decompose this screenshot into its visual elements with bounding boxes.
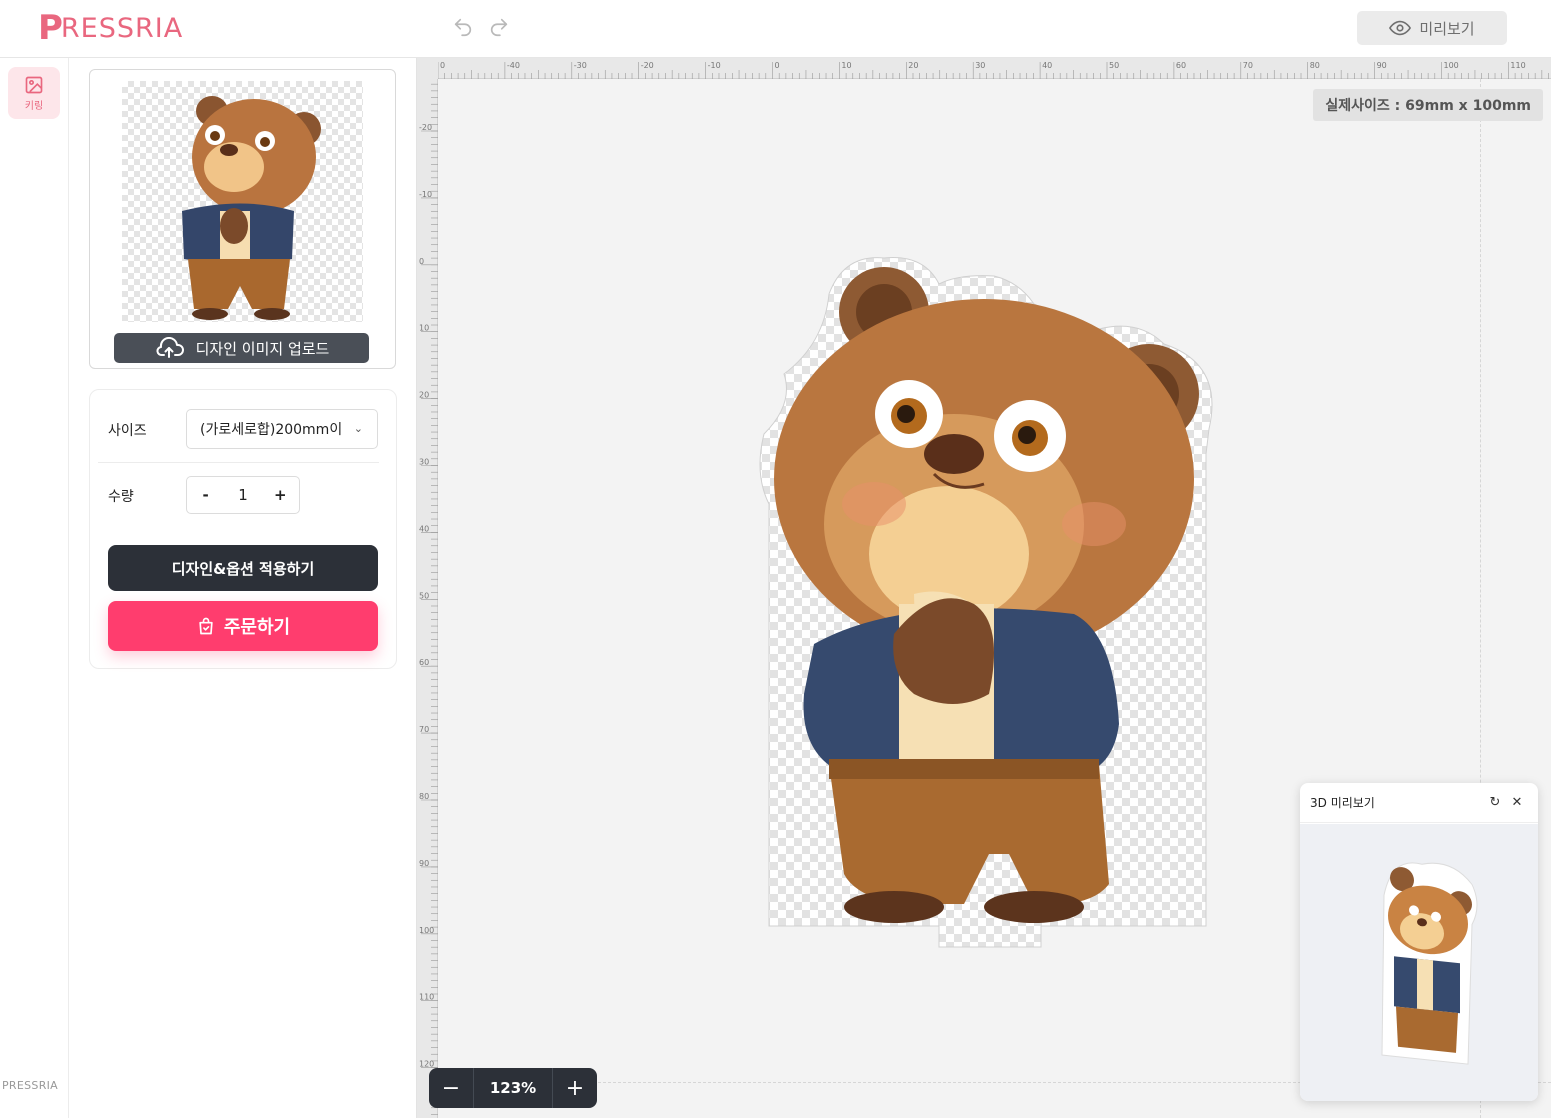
order-button[interactable]: 주문하기 bbox=[108, 601, 378, 651]
ruler-left-label: 100 bbox=[419, 926, 434, 935]
undo-icon[interactable] bbox=[452, 16, 474, 38]
logo-initial: P bbox=[38, 8, 63, 48]
ruler-left-label: -10 bbox=[419, 190, 432, 199]
ruler-top-label: 50 bbox=[1109, 61, 1119, 70]
apply-design-button[interactable]: 디자인&옵션 적용하기 bbox=[108, 545, 378, 591]
options-card: 사이즈 (가로세로합)200mm이 ⌄ 수량 - 1 + 디자인&옵션 적용하기… bbox=[89, 389, 397, 669]
eye-icon bbox=[1389, 20, 1412, 36]
ruler-top-label: 0 bbox=[775, 61, 780, 70]
ruler-top-label: 20 bbox=[908, 61, 918, 70]
ruler-left-label: 30 bbox=[419, 458, 429, 467]
ruler-left: -20 -10 0 10 20 30 40 50 60 70 80 90 100 110 120 bbox=[417, 79, 438, 1118]
redo-icon[interactable] bbox=[488, 16, 510, 38]
ruler-left-label: 50 bbox=[419, 591, 429, 600]
quantity-stepper: - 1 + bbox=[186, 476, 300, 514]
ruler-top-label: 40 bbox=[1042, 61, 1052, 70]
app-header: P RESSRIA 미리보기 bbox=[0, 0, 1551, 58]
qty-value[interactable]: 1 bbox=[224, 486, 261, 504]
ruler-left-label: 60 bbox=[419, 658, 429, 667]
logo-text: RESSRIA bbox=[60, 12, 184, 44]
rail-item-keyring[interactable]: 키링 bbox=[8, 67, 60, 119]
ruler-corner bbox=[417, 58, 438, 79]
ruler-top-label: 100 bbox=[1444, 61, 1459, 70]
options-panel: 디자인 이미지 업로드 사이즈 (가로세로합)200mm이 ⌄ 수량 - 1 +… bbox=[69, 58, 417, 1118]
size-select[interactable]: (가로세로합)200mm이 ⌄ bbox=[186, 409, 378, 449]
design-canvas[interactable]: 0 -40 -30 -20 -10 0 10 20 30 40 50 60 70 80 90 100 110 -… bbox=[417, 58, 1551, 1118]
ruler-top-label: 90 bbox=[1377, 61, 1387, 70]
ruler-left-label: 80 bbox=[419, 792, 429, 801]
zoom-out-button[interactable]: − bbox=[429, 1076, 473, 1101]
preview-3d-viewport[interactable] bbox=[1300, 824, 1538, 1101]
qty-label: 수량 bbox=[108, 489, 134, 505]
bear-thumbnail-image bbox=[182, 96, 321, 320]
ruler-left-label: 70 bbox=[419, 725, 429, 734]
ruler-top-ticks: 0 -40 -30 -20 -10 0 10 20 30 40 50 60 70 80 90 100 110 bbox=[437, 61, 1549, 79]
ruler-top-label: -20 bbox=[641, 61, 654, 70]
image-icon bbox=[25, 76, 43, 93]
footer-logo: PRESSRIA bbox=[2, 1079, 59, 1092]
ruler-top: 0 -40 -30 -20 -10 0 10 20 30 40 50 60 70 80 90 100 110 bbox=[437, 58, 1551, 79]
refresh-icon[interactable]: ↻ bbox=[1484, 795, 1506, 810]
ruler-top-label: -10 bbox=[708, 61, 721, 70]
preview-3d-panel: 3D 미리보기 ↻ ✕ bbox=[1300, 783, 1538, 1101]
close-icon[interactable]: ✕ bbox=[1506, 795, 1528, 810]
ruler-top-label: 30 bbox=[975, 61, 985, 70]
real-size-badge: 실제사이즈 : 69mm x 100mm bbox=[1313, 89, 1543, 121]
ruler-left-label: 110 bbox=[419, 993, 434, 1002]
left-rail: 키링 PRESSRIA bbox=[0, 58, 69, 1118]
rail-item-label: 키링 bbox=[24, 100, 44, 112]
ruler-left-label: 90 bbox=[419, 859, 429, 868]
ruler-top-label: 70 bbox=[1243, 61, 1253, 70]
ruler-top-label: 80 bbox=[1310, 61, 1320, 70]
chevron-down-icon: ⌄ bbox=[353, 422, 363, 435]
brand-logo[interactable]: P RESSRIA bbox=[38, 8, 183, 48]
preview-button[interactable]: 미리보기 bbox=[1357, 11, 1507, 45]
preview-label: 미리보기 bbox=[1419, 19, 1475, 38]
ruler-top-label: -30 bbox=[574, 61, 587, 70]
order-label: 주문하기 bbox=[223, 617, 291, 638]
ruler-top-label: 0 bbox=[440, 61, 445, 70]
ruler-top-label: 10 bbox=[841, 61, 851, 70]
design-thumbnail bbox=[122, 81, 363, 322]
ruler-left-label: 10 bbox=[419, 324, 429, 333]
ruler-left-label: -20 bbox=[419, 123, 432, 132]
cloud-upload-icon bbox=[156, 337, 184, 358]
qty-minus-button[interactable]: - bbox=[187, 486, 224, 504]
ruler-left-label: 120 bbox=[419, 1060, 434, 1069]
preview-3d-model bbox=[1381, 862, 1478, 1065]
zoom-level: 123% bbox=[473, 1068, 553, 1108]
zoom-in-button[interactable]: + bbox=[553, 1076, 597, 1101]
ruler-top-label: 60 bbox=[1176, 61, 1186, 70]
keyring-design[interactable] bbox=[754, 254, 1222, 950]
shopping-bag-icon bbox=[199, 617, 213, 635]
ruler-top-label: -40 bbox=[507, 61, 520, 70]
ruler-left-label: 0 bbox=[419, 257, 424, 266]
upload-label: 디자인 이미지 업로드 bbox=[195, 339, 330, 358]
ruler-left-label: 40 bbox=[419, 524, 429, 533]
upload-card: 디자인 이미지 업로드 bbox=[89, 69, 396, 369]
preview-3d-header: 3D 미리보기 ↻ ✕ bbox=[1300, 783, 1538, 823]
zoom-control: − 123% + bbox=[429, 1068, 597, 1108]
ruler-left-label: 20 bbox=[419, 391, 429, 400]
upload-image-button[interactable]: 디자인 이미지 업로드 bbox=[114, 333, 369, 363]
divider bbox=[98, 462, 379, 463]
size-label: 사이즈 bbox=[108, 423, 147, 439]
ruler-top-label: 110 bbox=[1510, 61, 1525, 70]
preview-3d-title: 3D 미리보기 bbox=[1310, 796, 1375, 810]
qty-plus-button[interactable]: + bbox=[262, 486, 299, 504]
size-value: (가로세로합)200mm이 bbox=[200, 422, 343, 438]
ruler-left-ticks: -20 -10 0 10 20 30 40 50 60 70 80 90 100 110 120 bbox=[419, 83, 438, 1115]
